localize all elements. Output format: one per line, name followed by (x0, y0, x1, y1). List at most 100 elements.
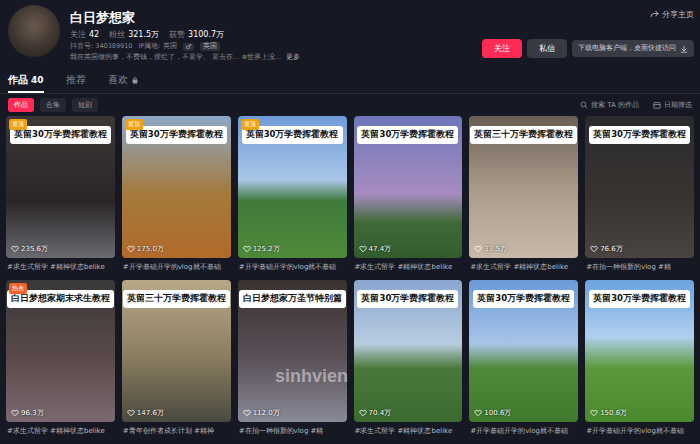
follow-button[interactable]: 关注 (482, 39, 522, 58)
sub-tab[interactable]: 合集 (40, 98, 66, 112)
tab[interactable]: 推荐 (66, 70, 86, 93)
video-card[interactable]: 英留30万学费挥霍教程 150.6万 #开学基础开学的vlog就不基础 (585, 280, 694, 438)
stat[interactable]: 关注42 (70, 29, 99, 40)
video-thumbnail: 置顶 英留30万学费挥霍教程 235.6万 (6, 116, 115, 258)
profile-header: 白日梦想家 关注42 粉丝321.5万获赞3100.7万 抖音号: 3403899… (0, 0, 700, 66)
video-title: 英留30万学费挥霍教程 (589, 126, 690, 144)
video-thumbnail: 英留三十万学费挥霍教程 33.5万 (469, 116, 578, 258)
video-card[interactable]: 英留30万学费挥霍教程 76.6万 #在拍一种很新的vlog #精 (585, 116, 694, 274)
view-count: 112.0万 (238, 408, 280, 418)
message-button[interactable]: 私信 (527, 39, 567, 58)
video-caption: #求生式留学 #精神状态belike (469, 258, 578, 274)
video-card[interactable]: 英留30万学费挥霍教程 100.6万 #开学基础开学的vlog就不基础 (469, 280, 578, 438)
video-card[interactable]: 白日梦想家万圣节特别篇 112.0万 #在拍一种很新的vlog #精 (238, 280, 347, 438)
video-caption: #求生式留学 #精神状态belike (6, 422, 115, 438)
video-caption: #青年创作者成长计划 #精神 (122, 422, 231, 438)
video-thumbnail: 置顶 英留30万学费挥霍教程 125.2万 (238, 116, 347, 258)
stat[interactable]: 获赞3100.7万 (169, 29, 224, 40)
video-thumbnail: 英留30万学费挥霍教程 100.6万 (469, 280, 578, 422)
video-card[interactable]: 置顶 英留30万学费挥霍教程 235.6万 #求生式留学 #精神状态belike (6, 116, 115, 274)
video-thumbnail: 英留30万学费挥霍教程 76.6万 (585, 116, 694, 258)
video-thumbnail: 白日梦想家万圣节特别篇 112.0万 (238, 280, 347, 422)
tab-bar: 作品 40 推荐 喜欢 (0, 66, 700, 94)
view-count: 70.4万 (354, 408, 392, 418)
bio: 我在英国做的事，不费钱，摆烂了，不要学。 要去在… ⊕世界上没… 更多 (70, 53, 472, 62)
sub-tab[interactable]: 短剧 (72, 98, 98, 112)
sub-tab[interactable]: 作品 (8, 98, 34, 112)
video-title: 英留30万学费挥霍教程 (357, 126, 458, 144)
tab[interactable]: 作品 40 (8, 70, 44, 93)
badge: 置顶 (241, 119, 259, 130)
avatar[interactable] (8, 5, 60, 57)
video-caption: #求生式留学 #精神状态belike (354, 422, 463, 438)
video-caption: #在拍一种很新的vlog #精 (238, 422, 347, 438)
tab[interactable]: 喜欢 (108, 70, 139, 93)
view-count: 76.6万 (585, 244, 623, 254)
video-title: 白日梦想家万圣节特别篇 (239, 290, 346, 308)
video-thumbnail: 英留30万学费挥霍教程 70.4万 (354, 280, 463, 422)
view-count: 175.0万 (122, 244, 164, 254)
video-card[interactable]: 英留三十万学费挥霍教程 147.6万 #青年创作者成长计划 #精神 (122, 280, 231, 438)
video-title: 英留三十万学费挥霍教程 (470, 126, 577, 144)
view-count: 147.6万 (122, 408, 164, 418)
video-thumbnail: 英留30万学费挥霍教程 47.4万 (354, 116, 463, 258)
share-link[interactable]: 分享主页 (650, 9, 694, 20)
video-title: 英留三十万学费挥霍教程 (123, 290, 230, 308)
video-title: 英留30万学费挥霍教程 (589, 290, 690, 308)
badge: 置顶 (9, 119, 27, 130)
video-card[interactable]: 置顶 英留30万学费挥霍教程 175.0万 #开学基础开学的vlog就不基础 (122, 116, 231, 274)
video-card[interactable]: 热点 白日梦想家期末求生教程 96.3万 #求生式留学 #精神状态belike (6, 280, 115, 438)
video-card[interactable]: 英留30万学费挥霍教程 47.4万 #求生式留学 #精神状态belike (354, 116, 463, 274)
heart-icon (359, 409, 367, 417)
video-caption: #开学基础开学的vlog就不基础 (469, 422, 578, 438)
search-field[interactable]: 搜索 TA 的作品 (580, 100, 639, 110)
badge: 热点 (9, 283, 27, 294)
view-count: 150.6万 (585, 408, 627, 418)
video-card[interactable]: 置顶 英留30万学费挥霍教程 125.2万 #开学基础开学的vlog就不基础 (238, 116, 347, 274)
video-caption: #求生式留学 #精神状态belike (6, 258, 115, 274)
view-count: 100.6万 (469, 408, 511, 418)
heart-icon (243, 409, 251, 417)
search-icon (580, 101, 588, 109)
video-thumbnail: 置顶 英留30万学费挥霍教程 175.0万 (122, 116, 231, 258)
stats: 关注42 粉丝321.5万获赞3100.7万 (70, 29, 472, 40)
video-thumbnail: 英留30万学费挥霍教程 150.6万 (585, 280, 694, 422)
download-hint[interactable]: 下载电脑客户端，桌面快捷访问 (572, 40, 694, 57)
profile-name: 白日梦想家 (70, 9, 472, 27)
heart-icon (474, 245, 482, 253)
meta-row: 抖音号: 340389910 IP属地: 英国 ♂ 英国 (70, 42, 472, 51)
ip-location: IP属地: 英国 (138, 42, 176, 51)
video-title: 英留30万学费挥霍教程 (473, 290, 574, 308)
more-link[interactable]: 更多 (286, 53, 300, 62)
video-thumbnail: 热点 白日梦想家期末求生教程 96.3万 (6, 280, 115, 422)
view-count: 125.2万 (238, 244, 280, 254)
heart-icon (11, 409, 19, 417)
share-icon (650, 10, 659, 19)
profile-tag: 英国 (200, 42, 220, 51)
view-count: 47.4万 (354, 244, 392, 254)
heart-icon (474, 409, 482, 417)
profile-tag: ♂ (183, 43, 195, 51)
video-caption: #开学基础开学的vlog就不基础 (585, 422, 694, 438)
heart-icon (127, 245, 135, 253)
video-card[interactable]: 英留三十万学费挥霍教程 33.5万 #求生式留学 #精神状态belike (469, 116, 578, 274)
heart-icon (127, 409, 135, 417)
download-icon (680, 45, 688, 53)
date-filter[interactable]: 日期筛选 (653, 100, 692, 110)
heart-icon (590, 245, 598, 253)
stat[interactable]: 粉丝321.5万 (109, 29, 159, 40)
heart-icon (243, 245, 251, 253)
watermark: sinhvien (275, 366, 348, 387)
video-card[interactable]: 英留30万学费挥霍教程 70.4万 #求生式留学 #精神状态belike (354, 280, 463, 438)
account-id: 抖音号: 340389910 (70, 42, 132, 51)
badge: 置顶 (125, 119, 143, 130)
view-count: 96.3万 (6, 408, 44, 418)
heart-icon (359, 245, 367, 253)
heart-icon (11, 245, 19, 253)
video-caption: #开学基础开学的vlog就不基础 (238, 258, 347, 274)
video-title: 英留30万学费挥霍教程 (357, 290, 458, 308)
video-caption: #求生式留学 #精神状态belike (354, 258, 463, 274)
video-grid: 置顶 英留30万学费挥霍教程 235.6万 #求生式留学 #精神状态belike… (0, 116, 700, 438)
heart-icon (590, 409, 598, 417)
view-count: 235.6万 (6, 244, 48, 254)
